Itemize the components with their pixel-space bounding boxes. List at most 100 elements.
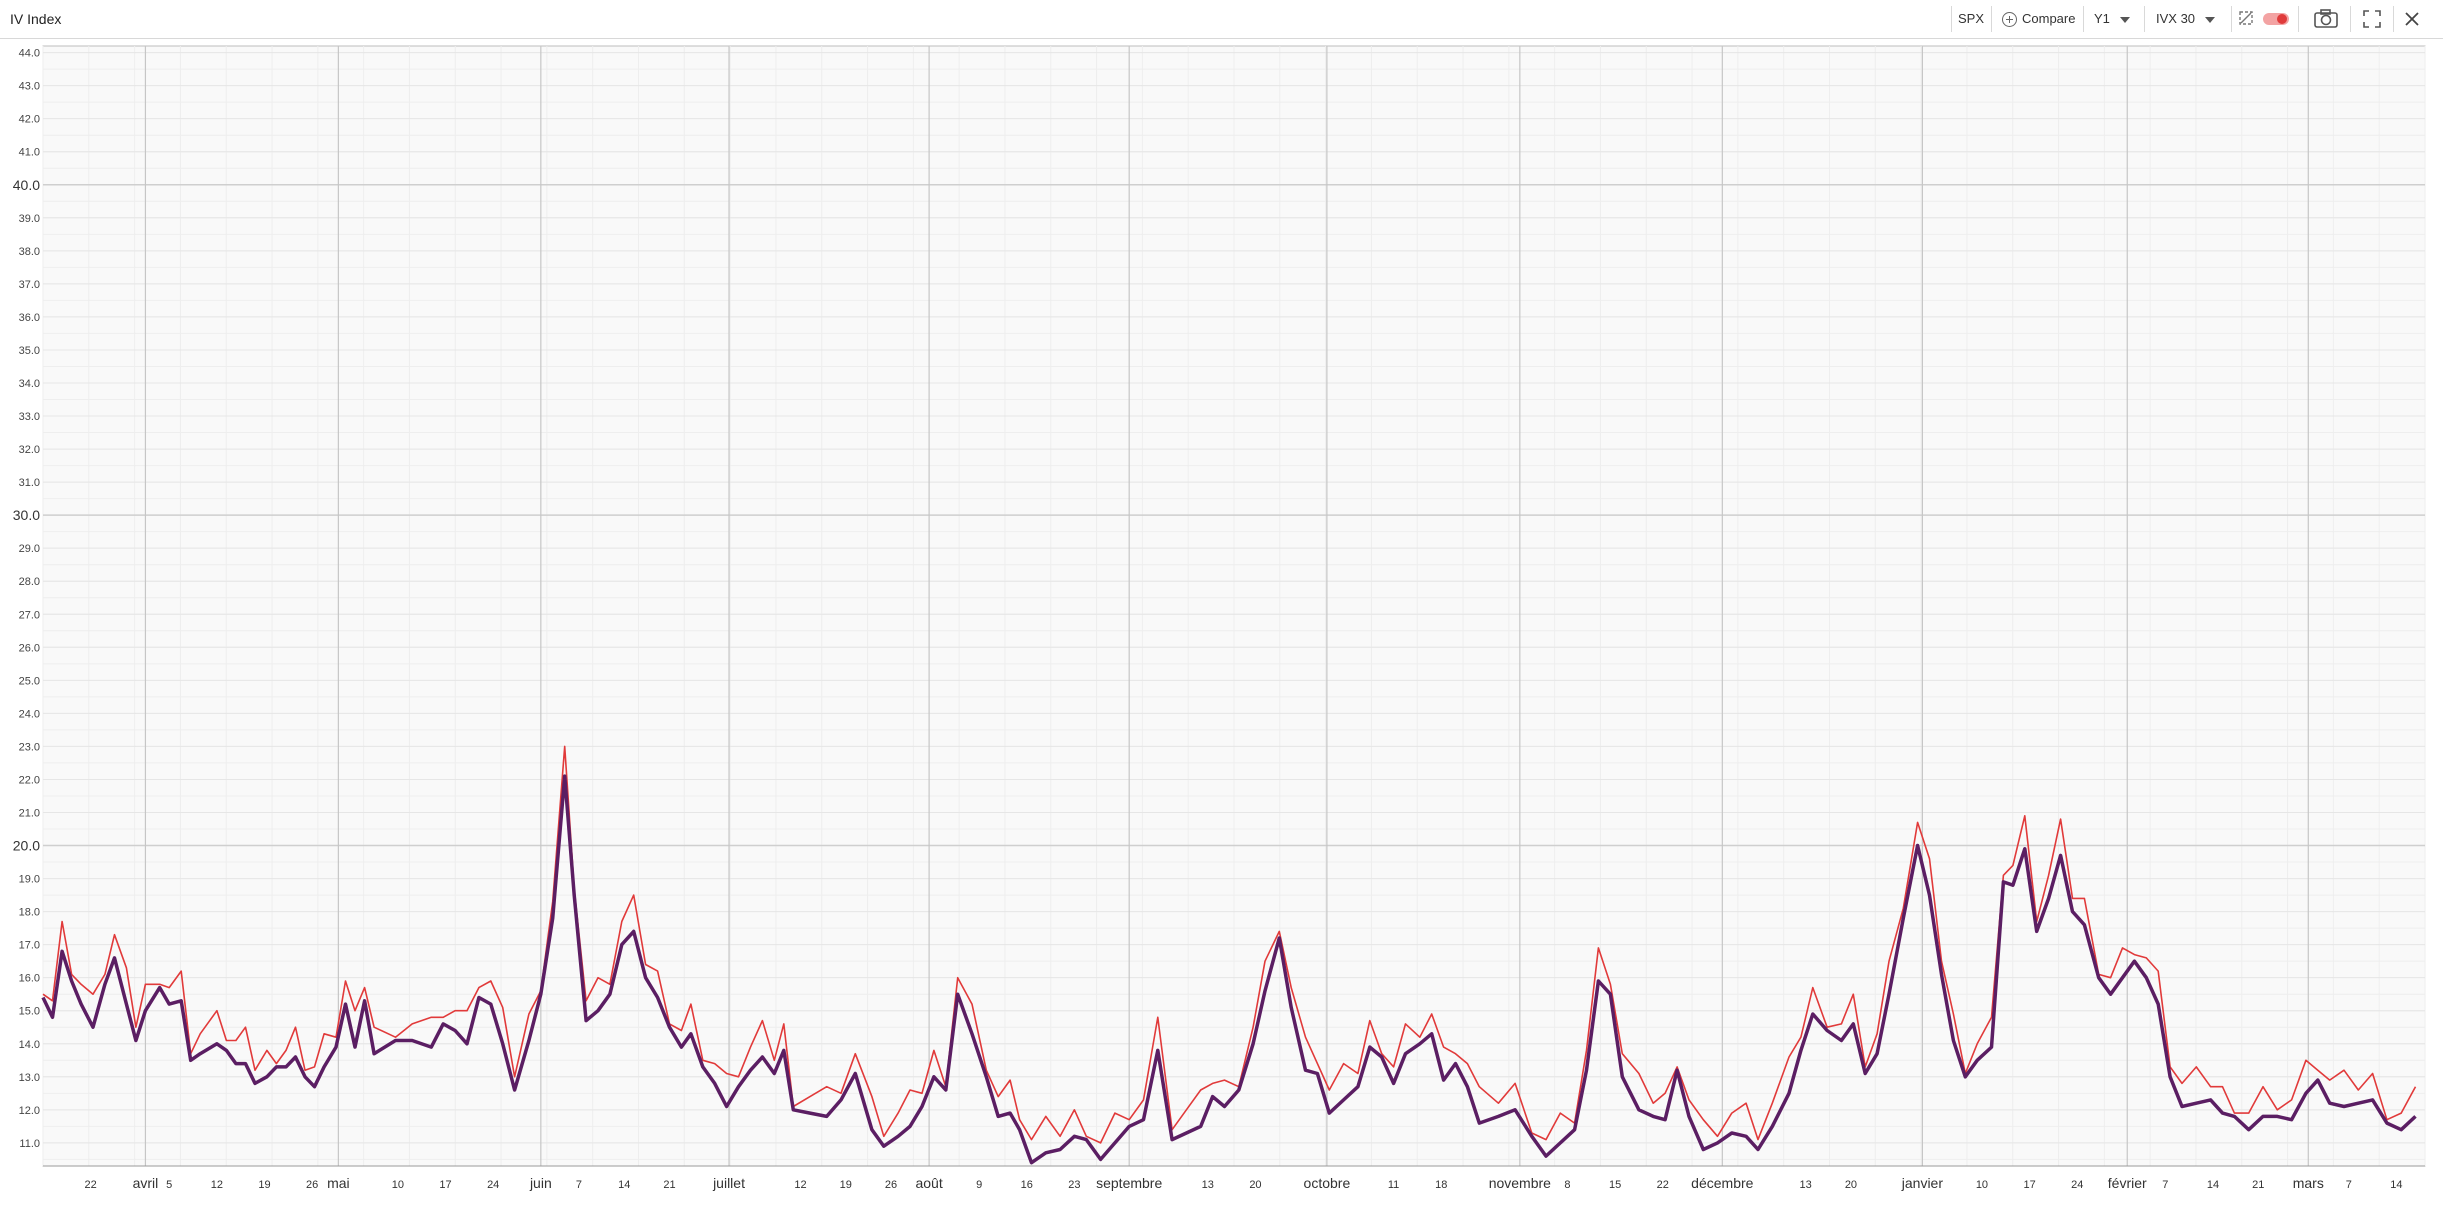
x-tick-label: 7: [2162, 1179, 2168, 1191]
y-tick-label: 29.0: [19, 543, 40, 555]
y-tick-label: 31.0: [19, 477, 40, 489]
x-tick-label: mars: [2293, 1175, 2324, 1191]
x-tick-label: 18: [1435, 1179, 1447, 1191]
y-tick-label: 40.0: [13, 177, 40, 193]
y-tick-label: 18.0: [19, 907, 40, 919]
x-tick-label: 20: [1249, 1179, 1261, 1191]
x-tick-label: 23: [1068, 1179, 1080, 1191]
x-tick-label: 17: [2023, 1179, 2035, 1191]
x-tick-label: 20: [1845, 1179, 1857, 1191]
y-tick-label: 12.0: [19, 1105, 40, 1117]
x-tick-label: 12: [211, 1179, 223, 1191]
x-tick-label: juin: [529, 1175, 552, 1191]
iv-index-chart: 11.0 12.0 13.0 14.0 15.0 16.0 17.0 18.0 19.0 20.0…: [13, 45, 2426, 1191]
x-tick-label: 22: [1657, 1179, 1669, 1191]
y-tick-label: 32.0: [19, 444, 40, 456]
x-tick-label: 10: [392, 1179, 404, 1191]
toolbar-separator: [2393, 6, 2394, 32]
x-tick-label: 15: [1609, 1179, 1621, 1191]
x-tick-label: avril: [133, 1175, 159, 1191]
y-tick-label: 16.0: [19, 973, 40, 985]
chart-title: IV Index: [10, 11, 62, 27]
x-tick-label: 21: [663, 1179, 675, 1191]
y-tick-label: 19.0: [19, 874, 40, 886]
chevron-down-icon: [2119, 16, 2130, 23]
y-tick-label: 44.0: [19, 48, 40, 60]
toolbar: IV Index SPX Compare Y1 IVX 30: [0, 0, 2443, 39]
toggle-knob: [2277, 14, 2287, 24]
x-tick-label: 9: [976, 1179, 982, 1191]
reset-icon[interactable]: [2238, 10, 2254, 26]
x-tick-label: 8: [1564, 1179, 1570, 1191]
x-tick-label: mai: [327, 1175, 350, 1191]
toolbar-separator: [2144, 6, 2145, 32]
ticker-selector[interactable]: SPX: [1958, 9, 1984, 29]
y-tick-label: 13.0: [19, 1072, 40, 1084]
x-tick-label: 10: [1976, 1179, 1988, 1191]
y-tick-label: 35.0: [19, 345, 40, 357]
x-tick-label: 13: [1202, 1179, 1214, 1191]
y-tick-label: 39.0: [19, 213, 40, 225]
compare-button[interactable]: Compare: [2002, 9, 2075, 29]
toolbar-separator: [1991, 6, 1992, 32]
x-tick-label: 22: [85, 1179, 97, 1191]
dropdown-chevron-icon: [2205, 16, 2216, 23]
x-tick-label: 24: [2071, 1179, 2083, 1191]
toolbar-separator: [2083, 6, 2084, 32]
compare-label: Compare: [2022, 11, 2076, 26]
fullscreen-icon[interactable]: [2363, 10, 2381, 28]
y-tick-label: 21.0: [19, 807, 40, 819]
x-tick-label: octobre: [1304, 1175, 1351, 1191]
toolbar-separator: [1951, 6, 1952, 32]
x-tick-label: 11: [1388, 1179, 1399, 1191]
metric-label: IVX 30: [2156, 11, 2196, 26]
y-tick-label: 20.0: [13, 838, 40, 854]
y-tick-label: 23.0: [19, 741, 40, 753]
y-tick-label: 41.0: [19, 147, 40, 159]
y-tick-label: 11.0: [19, 1138, 40, 1150]
y-tick-label: 33.0: [19, 411, 40, 423]
x-tick-label: novembre: [1489, 1175, 1551, 1191]
x-tick-label: 13: [1800, 1179, 1812, 1191]
y-tick-label: 24.0: [19, 708, 40, 720]
x-tick-label: août: [915, 1175, 942, 1191]
y-tick-label: 25.0: [19, 675, 40, 687]
y-tick-label: 28.0: [19, 576, 40, 588]
y-tick-label: 26.0: [19, 642, 40, 654]
x-tick-label: septembre: [1096, 1175, 1162, 1191]
x-tick-label: 19: [840, 1179, 852, 1191]
x-tick-label: 14: [618, 1179, 630, 1191]
toolbar-separator: [2298, 6, 2299, 32]
y-tick-label: 30.0: [13, 507, 40, 523]
x-tick-label: 16: [1021, 1179, 1033, 1191]
toolbar-separator: [2350, 6, 2351, 32]
close-icon[interactable]: [2403, 10, 2421, 28]
x-tick-label: 12: [794, 1179, 806, 1191]
period-label: Y1: [2094, 11, 2110, 26]
toolbar-separator: [2231, 6, 2232, 32]
plus-circle-icon: [2002, 12, 2017, 28]
x-tick-label: 14: [2207, 1179, 2219, 1191]
x-tick-label: 7: [576, 1179, 582, 1191]
x-tick-label: 21: [2252, 1179, 2264, 1191]
camera-icon[interactable]: [2313, 8, 2339, 29]
x-tick-label: 14: [2390, 1179, 2402, 1191]
y-tick-label: 27.0: [19, 609, 40, 621]
period-select[interactable]: Y1: [2094, 9, 2130, 29]
y-tick-label: 37.0: [19, 279, 40, 291]
x-tick-label: 5: [166, 1179, 172, 1191]
y-tick-label: 17.0: [19, 940, 40, 952]
y-tick-label: 14.0: [19, 1039, 40, 1051]
y-tick-label: 34.0: [19, 378, 40, 390]
x-tick-label: 26: [885, 1179, 897, 1191]
x-tick-label: 19: [258, 1179, 270, 1191]
y-tick-label: 36.0: [19, 312, 40, 324]
x-tick-label: février: [2108, 1175, 2147, 1191]
x-tick-label: 24: [487, 1179, 499, 1191]
x-tick-label: janvier: [1901, 1175, 1944, 1191]
y-tick-label: 22.0: [19, 774, 40, 786]
toggle-icon[interactable]: [2263, 13, 2289, 25]
x-tick-label: juillet: [712, 1175, 745, 1191]
metric-select[interactable]: IVX 30: [2156, 9, 2216, 29]
x-tick-label: 7: [2346, 1179, 2352, 1191]
